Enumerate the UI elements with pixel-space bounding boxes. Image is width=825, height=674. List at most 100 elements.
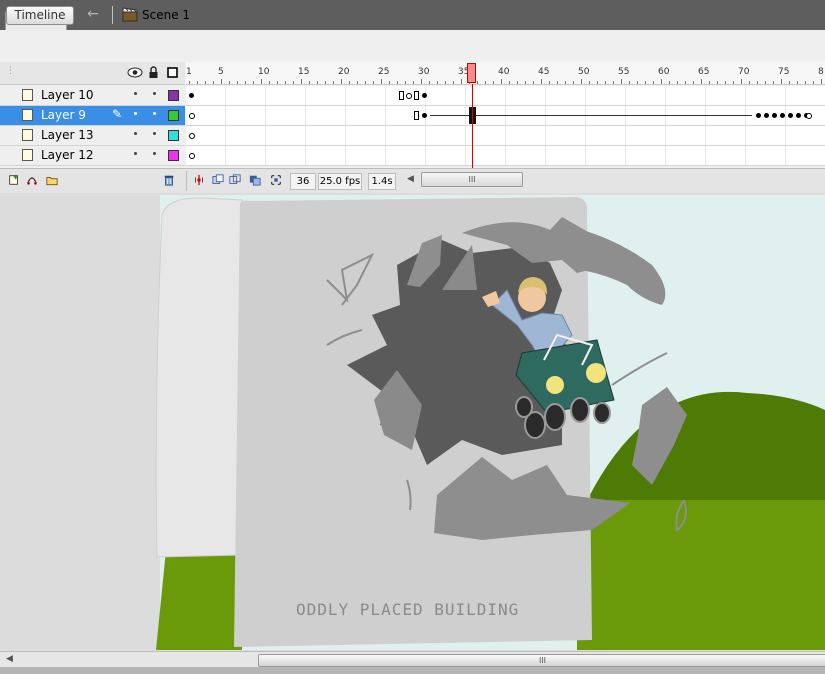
frame-end[interactable] <box>414 91 419 100</box>
edit-multiple-frames-icon[interactable] <box>249 174 261 186</box>
keyframe[interactable] <box>780 113 785 118</box>
new-folder-icon[interactable] <box>46 174 58 186</box>
arrow-left-icon[interactable]: ← <box>84 6 102 23</box>
ruler-tick <box>709 81 710 84</box>
outline-color-swatch[interactable] <box>168 130 179 141</box>
ruler-tick <box>237 81 238 84</box>
ruler-tick <box>453 81 454 84</box>
ruler-tick <box>541 79 542 84</box>
ruler-tick <box>253 81 254 84</box>
visibility-dot[interactable] <box>134 92 137 95</box>
ruler-label: 45 <box>538 67 550 77</box>
ruler-tick <box>765 81 766 84</box>
outline-color-swatch[interactable] <box>168 90 179 101</box>
frame-ruler[interactable]: 1 5 10 15 20 25 30 35 40 45 50 55 60 65 70 75 8 <box>186 62 825 85</box>
playhead-handle[interactable] <box>467 63 476 83</box>
ruler-tick <box>813 81 814 84</box>
ruler-tick <box>733 81 734 84</box>
empty-keyframe[interactable] <box>806 113 812 119</box>
scene-label[interactable]: Scene 1 <box>142 6 190 24</box>
keyframe[interactable] <box>189 93 194 98</box>
layer-frames-row[interactable] <box>186 146 825 166</box>
grip-icon[interactable]: ⋮ <box>6 66 15 76</box>
empty-keyframe[interactable] <box>406 93 412 99</box>
keyframe[interactable] <box>764 113 769 118</box>
eye-icon[interactable] <box>127 67 143 78</box>
layer-row[interactable]: Layer 10 <box>0 86 185 106</box>
stage-canvas[interactable]: ODDLY PLACED BUILDING <box>2 195 825 650</box>
layer-icon <box>22 109 33 121</box>
layer-name[interactable]: Layer 9 <box>41 108 86 123</box>
stage-scroll-thumb[interactable]: III <box>258 654 825 667</box>
timeline-scroll-thumb[interactable]: III <box>421 172 523 187</box>
outline-color-swatch[interactable] <box>168 150 179 161</box>
layer-row[interactable]: Layer 9 ✎ <box>0 106 185 126</box>
scroll-left-icon[interactable]: ◀ <box>6 654 13 664</box>
clapperboard-icon <box>122 7 138 22</box>
empty-keyframe[interactable] <box>189 153 195 159</box>
ruler-tick <box>533 81 534 84</box>
ruler-tick <box>461 79 462 84</box>
lock-dot[interactable] <box>153 152 156 155</box>
visibility-dot[interactable] <box>134 132 137 135</box>
visibility-dot[interactable] <box>134 112 137 115</box>
modify-onion-markers-icon[interactable] <box>270 174 282 186</box>
outline-color-swatch[interactable] <box>168 110 179 121</box>
layer-row[interactable]: Layer 13 <box>0 126 185 146</box>
keyframe[interactable] <box>796 113 801 118</box>
ruler-tick <box>309 81 310 84</box>
layer-name[interactable]: Layer 10 <box>41 88 94 103</box>
ruler-tick <box>661 79 662 84</box>
layer-name[interactable]: Layer 12 <box>41 148 94 163</box>
ruler-tick <box>749 81 750 84</box>
timeline-toggle-button[interactable]: Timeline <box>6 6 74 25</box>
ruler-tick <box>725 81 726 84</box>
keyframe[interactable] <box>756 113 761 118</box>
lock-dot[interactable] <box>153 132 156 135</box>
onion-skin-outlines-icon[interactable] <box>229 174 241 186</box>
ruler-tick <box>413 81 414 84</box>
layer-row[interactable]: Layer 12 <box>0 146 185 166</box>
ruler-tick <box>261 79 262 84</box>
ruler-tick <box>565 81 566 84</box>
keyframe[interactable] <box>772 113 777 118</box>
ruler-tick <box>373 81 374 84</box>
ruler-label: 25 <box>378 67 390 77</box>
ruler-label: 75 <box>778 67 790 77</box>
grass-right <box>577 500 825 650</box>
layer-frames-row[interactable] <box>186 106 825 126</box>
outline-square-icon[interactable] <box>167 67 178 78</box>
new-layer-icon[interactable] <box>8 174 20 186</box>
layer-frames-row[interactable] <box>186 126 825 146</box>
empty-keyframe[interactable] <box>189 133 195 139</box>
trash-icon[interactable] <box>163 174 175 186</box>
lock-dot[interactable] <box>153 112 156 115</box>
keyframe[interactable] <box>422 113 427 118</box>
frame-rate-field[interactable]: 25.0 fps <box>318 173 362 190</box>
keyframe[interactable] <box>422 93 427 98</box>
frame-end[interactable] <box>414 111 419 120</box>
layer-icon <box>22 89 33 101</box>
ruler-tick <box>357 81 358 84</box>
ruler-tick <box>629 81 630 84</box>
ruler-tick <box>597 81 598 84</box>
ruler-tick <box>317 81 318 84</box>
ruler-tick <box>717 81 718 84</box>
layer-name[interactable]: Layer 13 <box>41 128 94 143</box>
ruler-label: 8 <box>818 67 824 77</box>
keyframe[interactable] <box>788 113 793 118</box>
ruler-tick <box>525 81 526 84</box>
layer-frames-row[interactable] <box>186 86 825 106</box>
ruler-label: 55 <box>618 67 630 77</box>
onion-skin-icon[interactable] <box>212 174 224 186</box>
scroll-left-arrow-icon[interactable]: ◀ <box>407 174 414 184</box>
lock-dot[interactable] <box>153 92 156 95</box>
visibility-dot[interactable] <box>134 152 137 155</box>
ruler-tick <box>381 79 382 84</box>
add-guide-layer-icon[interactable] <box>26 174 38 186</box>
frame-end[interactable] <box>399 91 404 100</box>
lock-icon[interactable] <box>148 66 159 79</box>
empty-keyframe[interactable] <box>189 113 195 119</box>
center-frame-icon[interactable] <box>193 174 205 186</box>
ruler-tick <box>549 81 550 84</box>
